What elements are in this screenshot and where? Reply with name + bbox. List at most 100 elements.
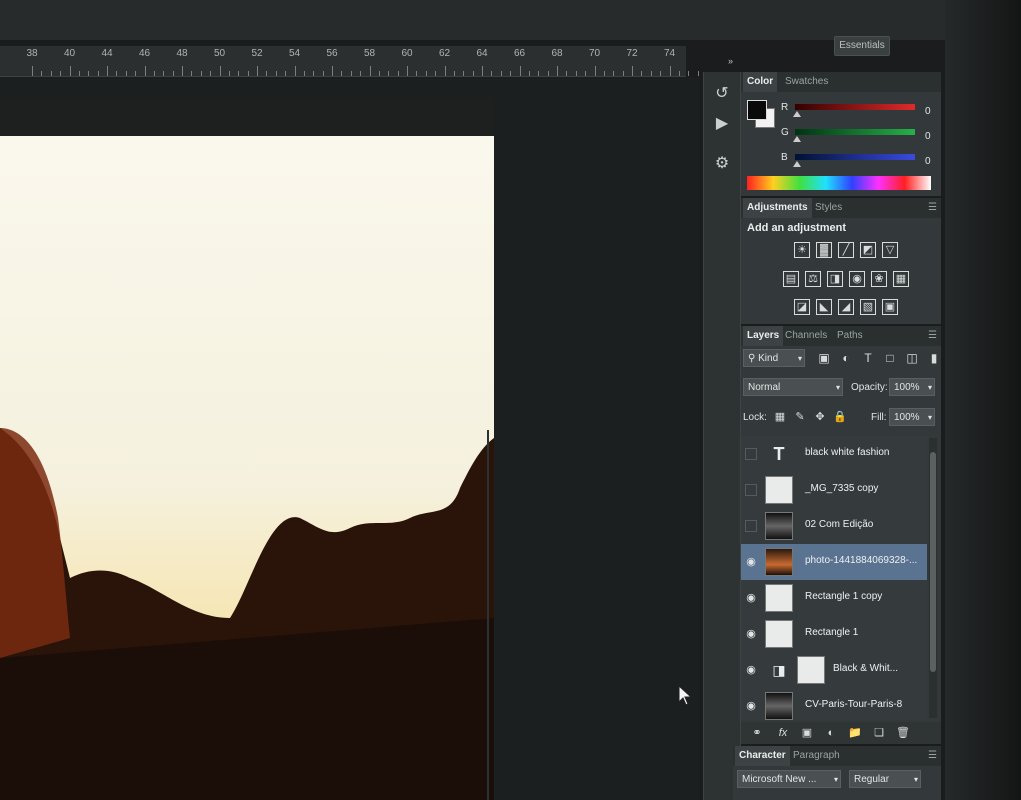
new-group-icon[interactable]: 📁: [847, 725, 863, 741]
curves-icon[interactable]: ╱: [838, 242, 854, 258]
layer-name: Rectangle 1 copy: [805, 591, 883, 602]
lock-position-icon[interactable]: ✥: [813, 410, 827, 424]
ruler-tick: [116, 71, 118, 76]
layer-list-scrollbar[interactable]: [929, 438, 937, 718]
lock-transparency-icon[interactable]: ▦: [773, 410, 787, 424]
red-track[interactable]: [795, 104, 915, 110]
add-mask-icon[interactable]: ▣: [799, 725, 815, 741]
filter-shape-icon[interactable]: □: [883, 351, 897, 365]
history-icon[interactable]: ↺: [710, 82, 734, 106]
tab-swatches[interactable]: Swatches: [781, 72, 832, 92]
green-track[interactable]: [795, 129, 915, 135]
layer-style-fx-icon[interactable]: fx: [775, 725, 791, 741]
eye-icon[interactable]: ◉: [743, 698, 759, 714]
filter-type-icon[interactable]: T: [861, 351, 875, 365]
layer-row[interactable]: Tblack white fashion: [741, 436, 927, 473]
workspace-switcher[interactable]: Essentials: [834, 36, 890, 56]
gradient-map-icon[interactable]: ▧: [860, 299, 876, 315]
layer-row[interactable]: _MG_7335 copy: [741, 472, 927, 509]
red-value[interactable]: 0: [925, 106, 931, 117]
filter-adjustment-icon[interactable]: ◐: [839, 351, 853, 365]
link-layers-icon[interactable]: ⚭: [749, 725, 765, 741]
eye-icon[interactable]: ◉: [743, 662, 759, 678]
blue-track[interactable]: [795, 154, 915, 160]
eye-icon[interactable]: ◉: [743, 626, 759, 642]
double-chevron-right-icon[interactable]: »: [728, 56, 733, 66]
tab-styles[interactable]: Styles: [811, 198, 846, 218]
invert-icon[interactable]: ◪: [794, 299, 810, 315]
threshold-icon[interactable]: ◢: [838, 299, 854, 315]
ruler-tick: [397, 71, 399, 76]
filter-pixel-icon[interactable]: ▣: [817, 351, 831, 365]
tab-paragraph[interactable]: Paragraph: [789, 746, 844, 766]
selective-color-icon[interactable]: ▣: [882, 299, 898, 315]
hue-saturation-icon[interactable]: ▤: [783, 271, 799, 287]
panel-menu-icon[interactable]: ☰: [928, 750, 937, 761]
ruler-tick: [482, 66, 483, 76]
layer-row[interactable]: ◉ Rectangle 1 copy: [741, 580, 927, 617]
red-slider-knob[interactable]: [793, 111, 801, 117]
trash-icon[interactable]: 🗑: [895, 725, 911, 741]
ruler-tick: [603, 71, 605, 76]
visibility-toggle-off[interactable]: [745, 484, 757, 496]
play-actions-icon[interactable]: ▶: [710, 112, 734, 136]
lock-all-icon[interactable]: 🔒: [833, 410, 847, 424]
posterize-icon[interactable]: ◣: [816, 299, 832, 315]
black-white-icon[interactable]: ◨: [827, 271, 843, 287]
eye-icon[interactable]: ◉: [743, 554, 759, 570]
color-balance-icon[interactable]: ⚖: [805, 271, 821, 287]
tab-paths[interactable]: Paths: [833, 326, 867, 346]
document-canvas[interactable]: [0, 98, 494, 800]
fill-field[interactable]: 100% ▾: [889, 408, 935, 426]
channel-mixer-icon[interactable]: ❀: [871, 271, 887, 287]
filter-toggle-icon[interactable]: ▮: [927, 351, 941, 365]
red-slider[interactable]: R 0: [781, 100, 939, 120]
visibility-toggle-off[interactable]: [745, 448, 757, 460]
panel-menu-icon[interactable]: ☰: [928, 330, 937, 341]
tab-adjustments[interactable]: Adjustments: [743, 198, 812, 218]
color-spectrum-ramp[interactable]: [747, 176, 931, 190]
new-layer-icon[interactable]: ❏: [871, 725, 887, 741]
font-family-select[interactable]: Microsoft New ... ▾: [737, 770, 841, 788]
ruler-tick: [641, 71, 643, 76]
filter-smart-object-icon[interactable]: ◫: [905, 351, 919, 365]
blue-value[interactable]: 0: [925, 156, 931, 167]
layer-mask-thumbnail[interactable]: [797, 656, 825, 684]
levels-icon[interactable]: ▓: [816, 242, 832, 258]
brightness-icon[interactable]: ☀: [794, 242, 810, 258]
tab-channels[interactable]: Channels: [781, 326, 831, 346]
mouse-pointer-icon: [678, 685, 693, 706]
properties-icon[interactable]: ⚙: [710, 152, 734, 176]
layer-row[interactable]: ◉ CV-Paris-Tour-Paris-8: [741, 688, 927, 720]
blue-slider[interactable]: B 0: [781, 150, 939, 170]
exposure-icon[interactable]: ◩: [860, 242, 876, 258]
visibility-toggle-off[interactable]: [745, 520, 757, 532]
ruler-tick: [60, 71, 62, 76]
blend-mode-select[interactable]: Normal ▾: [743, 378, 843, 396]
lock-brush-icon[interactable]: ✎: [793, 410, 807, 424]
tab-character[interactable]: Character: [735, 746, 790, 766]
photo-filter-icon[interactable]: ◉: [849, 271, 865, 287]
blue-slider-knob[interactable]: [793, 161, 801, 167]
layer-row[interactable]: ◉ ◨ Black & Whit...: [741, 652, 927, 689]
opacity-field[interactable]: 100% ▾: [889, 378, 935, 396]
ruler-tick: [266, 71, 268, 76]
layer-filter-kind-select[interactable]: ⚲ Kind ▾: [743, 349, 805, 367]
green-slider-knob[interactable]: [793, 136, 801, 142]
tab-layers[interactable]: Layers: [743, 326, 784, 346]
color-lookup-icon[interactable]: ▦: [893, 271, 909, 287]
panel-menu-icon[interactable]: ☰: [928, 202, 937, 213]
new-adjustment-layer-icon[interactable]: ◐: [823, 725, 839, 741]
eye-icon[interactable]: ◉: [743, 590, 759, 606]
layer-row[interactable]: ◉ photo-1441884069328-...: [741, 544, 927, 581]
foreground-color-swatch[interactable]: [747, 100, 767, 120]
ruler-tick: [125, 71, 127, 76]
green-value[interactable]: 0: [925, 131, 931, 142]
layer-row[interactable]: 02 Com Edição: [741, 508, 927, 545]
tab-color[interactable]: Color: [743, 72, 778, 92]
layer-row[interactable]: ◉ Rectangle 1: [741, 616, 927, 653]
green-slider[interactable]: G 0: [781, 125, 939, 145]
vibrance-icon[interactable]: ▽: [882, 242, 898, 258]
font-style-select[interactable]: Regular ▾: [849, 770, 921, 788]
scrollbar-thumb[interactable]: [930, 452, 936, 672]
